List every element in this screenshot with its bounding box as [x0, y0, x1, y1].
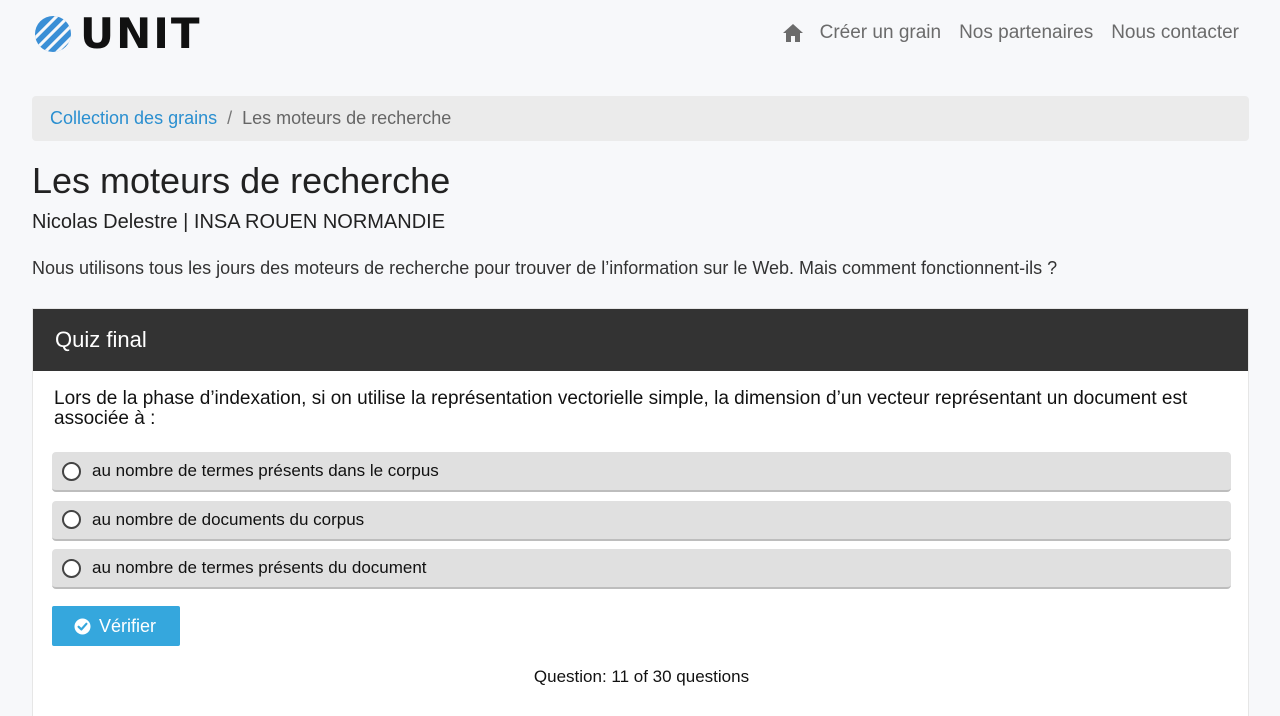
unit-logo[interactable]: UNIT	[34, 9, 202, 58]
home-icon[interactable]	[782, 23, 804, 43]
quiz-card: Quiz final Lors de la phase d’indexation…	[32, 308, 1249, 716]
verify-button-label: Vérifier	[99, 615, 157, 636]
check-circle-icon	[74, 618, 91, 634]
top-navbar: UNIT Créer un grain Nos partenaires Nous…	[0, 0, 1280, 70]
page-title: Les moteurs de recherche	[32, 160, 451, 201]
radio-button[interactable]	[62, 558, 81, 578]
author-line: Nicolas Delestre | INSA ROUEN NORMANDIE	[32, 211, 446, 233]
quiz-question: Lors de la phase d’indexation, si on uti…	[54, 388, 1188, 429]
option-label: au nombre de termes présents dans le cor…	[92, 461, 439, 480]
option-label: au nombre de documents du corpus	[92, 509, 365, 529]
nav-create-grain[interactable]: Créer un grain	[820, 22, 941, 44]
quiz-option-3[interactable]: au nombre de termes présents du document	[52, 549, 1231, 589]
breadcrumb-link-collection[interactable]: Collection des grains	[50, 108, 217, 129]
logo-text: UNIT	[80, 9, 202, 58]
breadcrumb: Collection des grains / Les moteurs de r…	[32, 96, 1249, 141]
nav-partners[interactable]: Nos partenaires	[959, 22, 1093, 44]
verify-button[interactable]: Vérifier	[52, 606, 180, 646]
quiz-header: Quiz final	[33, 309, 1248, 371]
quiz-option-2[interactable]: au nombre de documents du corpus	[52, 500, 1231, 541]
unit-logo-icon	[35, 16, 71, 52]
question-progress: Question: 11 of 30 questions	[533, 667, 750, 686]
option-label: au nombre de termes présents du document	[92, 558, 427, 577]
page-description: Nous utilisons tous les jours des moteur…	[32, 258, 1058, 278]
nav-contact[interactable]: Nous contacter	[1111, 22, 1239, 44]
main-nav: Créer un grain Nos partenaires Nous cont…	[782, 19, 1239, 47]
breadcrumb-separator: /	[227, 108, 233, 128]
quiz-option-1[interactable]: au nombre de termes présents dans le cor…	[52, 452, 1231, 492]
radio-button[interactable]	[62, 510, 81, 529]
breadcrumb-current: Les moteurs de recherche	[242, 108, 452, 128]
quiz-header-title: Quiz final	[55, 327, 147, 352]
quiz-options: au nombre de termes présents dans le cor…	[52, 452, 1231, 598]
radio-button[interactable]	[62, 461, 81, 481]
